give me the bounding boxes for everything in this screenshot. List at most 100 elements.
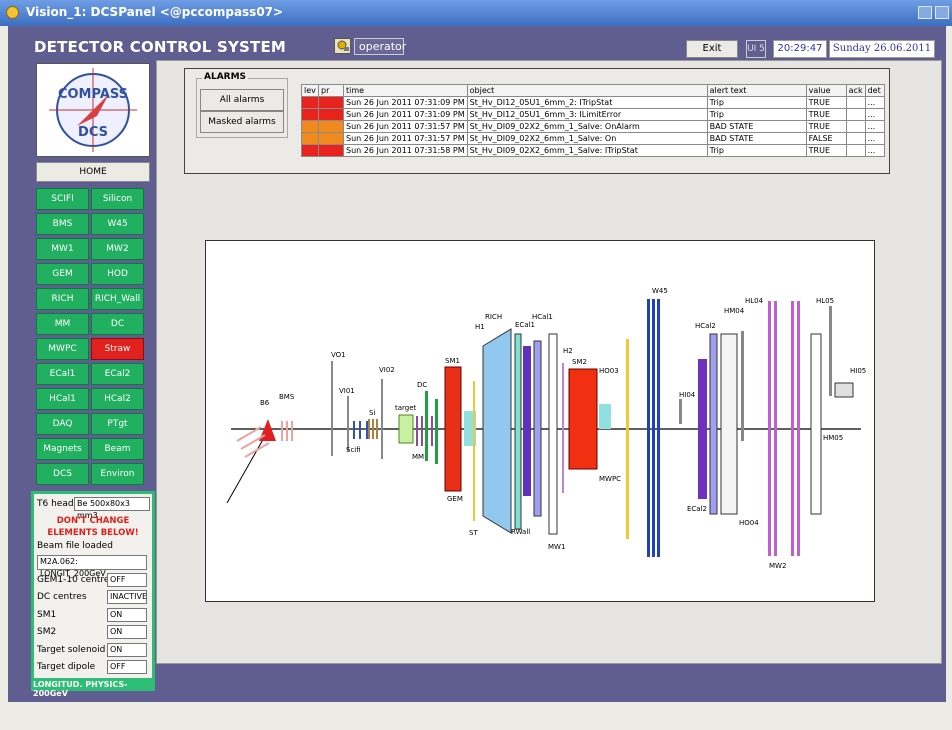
nav-hcal1-button[interactable]: HCal1 (36, 388, 89, 410)
masked-alarms-button[interactable]: Masked alarms (200, 111, 284, 133)
column-header[interactable]: value (805, 84, 847, 97)
alarm-row[interactable]: F 80 Sun 26 Jun 2011 07:31:09 PM St_Hv_DI12… (301, 96, 885, 109)
clock-time: 20:29:47 (773, 40, 827, 58)
page-title: DETECTOR CONTROL SYSTEM (34, 38, 287, 56)
nav-hcal2-button[interactable]: HCal2 (91, 388, 144, 410)
detector-label-rich: RICH (485, 313, 502, 321)
setting-value[interactable]: OFF (107, 573, 147, 587)
t6-field[interactable]: Be 500x80x3 mm3 (74, 497, 150, 520)
alarm-cell-alert-text: BAD STATE (706, 132, 807, 145)
vi02-veto (381, 379, 383, 459)
hl05-hodo (829, 306, 832, 396)
nav-bms-button[interactable]: BMS (36, 213, 89, 235)
column-header[interactable]: time (343, 84, 468, 97)
nav-mwpc-button[interactable]: MWPC (36, 338, 89, 360)
detector-label-ecal1: ECal1 (515, 321, 535, 329)
hi04-hodo (679, 399, 682, 424)
column-header[interactable]: lev (301, 84, 319, 97)
nav-mw1-button[interactable]: MW1 (36, 238, 89, 260)
alarm-cell-ack (845, 120, 866, 133)
alarm-row[interactable]: E 60 Sun 26 Jun 2011 07:31:57 PM St_Hv_DI09… (301, 120, 885, 133)
detector-label-gem: GEM (447, 495, 463, 503)
detector-label-rwall: RWall (511, 528, 530, 536)
detector-label-bms: BMS (279, 393, 295, 401)
nav-rich-wall-button[interactable]: RICH_Wall (91, 288, 144, 310)
t6-label: T6 head (37, 499, 74, 509)
setting-label: SM2 (37, 627, 57, 637)
alarm-row[interactable]: F 80 Sun 26 Jun 2011 07:31:09 PM St_Hv_DI12… (301, 108, 885, 121)
exit-button[interactable]: Exit (686, 40, 738, 58)
setting-value[interactable]: OFF (107, 660, 147, 674)
home-button[interactable]: HOME (36, 162, 150, 182)
setting-value[interactable]: INACTIVE (107, 590, 147, 604)
nav-beam-button[interactable]: Beam (91, 438, 144, 460)
alarm-row[interactable]: F 80 Sun 26 Jun 2011 07:31:58 PM St_Hv_DI09… (301, 144, 885, 157)
detector-label-hm05: HM05 (823, 434, 843, 442)
app-icon (6, 6, 19, 19)
alarm-cell-lev: E (301, 132, 319, 145)
nav-magnets-button[interactable]: Magnets (36, 438, 89, 460)
setting-label: GEM1-10 centres (37, 575, 115, 585)
dc-plane (435, 399, 438, 464)
detector-label-mw2: MW2 (769, 562, 786, 570)
nav-mm-button[interactable]: MM (36, 313, 89, 335)
alarm-cell-time: Sun 26 Jun 2011 07:31:57 PM (343, 132, 468, 145)
nav-silicon-button[interactable]: Silicon (91, 188, 144, 210)
vo1-veto (331, 361, 333, 456)
detector-label-w45: W45 (652, 287, 668, 295)
nav-dc-button[interactable]: DC (91, 313, 144, 335)
alarm-cell-lev: F (301, 144, 319, 157)
sm2-magnet (568, 368, 598, 470)
nav-ecal2-button[interactable]: ECal2 (91, 363, 144, 385)
alarm-cell-pr: 80 (318, 144, 344, 157)
setting-value[interactable]: ON (107, 643, 147, 657)
nav-rich-button[interactable]: RICH (36, 288, 89, 310)
nav-mw2-button[interactable]: MW2 (91, 238, 144, 260)
alarm-cell-object: St_Hv_DI09_02X2_6mm_1_Salve: OnAlarm (466, 120, 708, 133)
minimize-icon[interactable] (918, 6, 932, 19)
maximize-icon[interactable] (935, 6, 949, 19)
column-header[interactable]: det (864, 84, 885, 97)
nav-environ-button[interactable]: Environ (91, 463, 144, 485)
column-header[interactable]: pr (318, 84, 344, 97)
nav-hod-button[interactable]: HOD (91, 263, 144, 285)
alarm-table: lev pr time object alert text value ack det F 80 S… (301, 84, 885, 157)
alarm-cell-alert-text: Trip (706, 108, 807, 121)
alarm-row[interactable]: E 60 Sun 26 Jun 2011 07:31:57 PM St_Hv_DI09… (301, 132, 885, 145)
alarm-cell-value: TRUE (805, 108, 847, 121)
nav-ptgt-button[interactable]: PTgt (91, 413, 144, 435)
nav-daq-button[interactable]: DAQ (36, 413, 89, 435)
user-icon[interactable] (334, 38, 351, 54)
detector-label-hl04: HL04 (745, 297, 764, 305)
detector-label-sm2: SM2 (572, 358, 587, 366)
bms-plane (291, 421, 293, 441)
nav-dcs-button[interactable]: DCS (36, 463, 89, 485)
detector-label-vi01: VI01 (339, 387, 355, 395)
setting-value[interactable]: ON (107, 625, 147, 639)
column-header[interactable]: ack (845, 84, 866, 97)
alarm-cell-det: ... (864, 132, 885, 145)
alarm-cell-value: TRUE (805, 96, 847, 109)
nav-gem-button[interactable]: GEM (36, 263, 89, 285)
detector-label-vo1: VO1 (331, 351, 346, 359)
alarm-cell-alert-text: Trip (706, 144, 807, 157)
all-alarms-button[interactable]: All alarms (200, 89, 284, 111)
alarm-cell-det: ... (864, 120, 885, 133)
column-header[interactable]: object (466, 84, 708, 97)
alarm-cell-det: ... (864, 144, 885, 157)
alarm-cell-time: Sun 26 Jun 2011 07:31:09 PM (343, 96, 468, 109)
nav-w45-button[interactable]: W45 (91, 213, 144, 235)
h2-hodo (562, 363, 564, 493)
clock-date: Sunday 26.06.2011 (829, 40, 935, 58)
beam-field[interactable]: M2A.062: LONGIT_200GeV (37, 555, 147, 578)
alarm-table-header: lev pr time object alert text value ack det (301, 84, 885, 97)
nav-scifi-button[interactable]: SCIFI (36, 188, 89, 210)
detector-label-target: target (395, 404, 417, 412)
column-header[interactable]: alert text (706, 84, 807, 97)
si-plane (376, 419, 378, 439)
alarm-cell-ack (845, 132, 866, 145)
setting-value[interactable]: ON (107, 608, 147, 622)
nav-straw-button[interactable]: Straw (91, 338, 144, 360)
ecal2-frame (709, 333, 718, 515)
nav-ecal1-button[interactable]: ECal1 (36, 363, 89, 385)
